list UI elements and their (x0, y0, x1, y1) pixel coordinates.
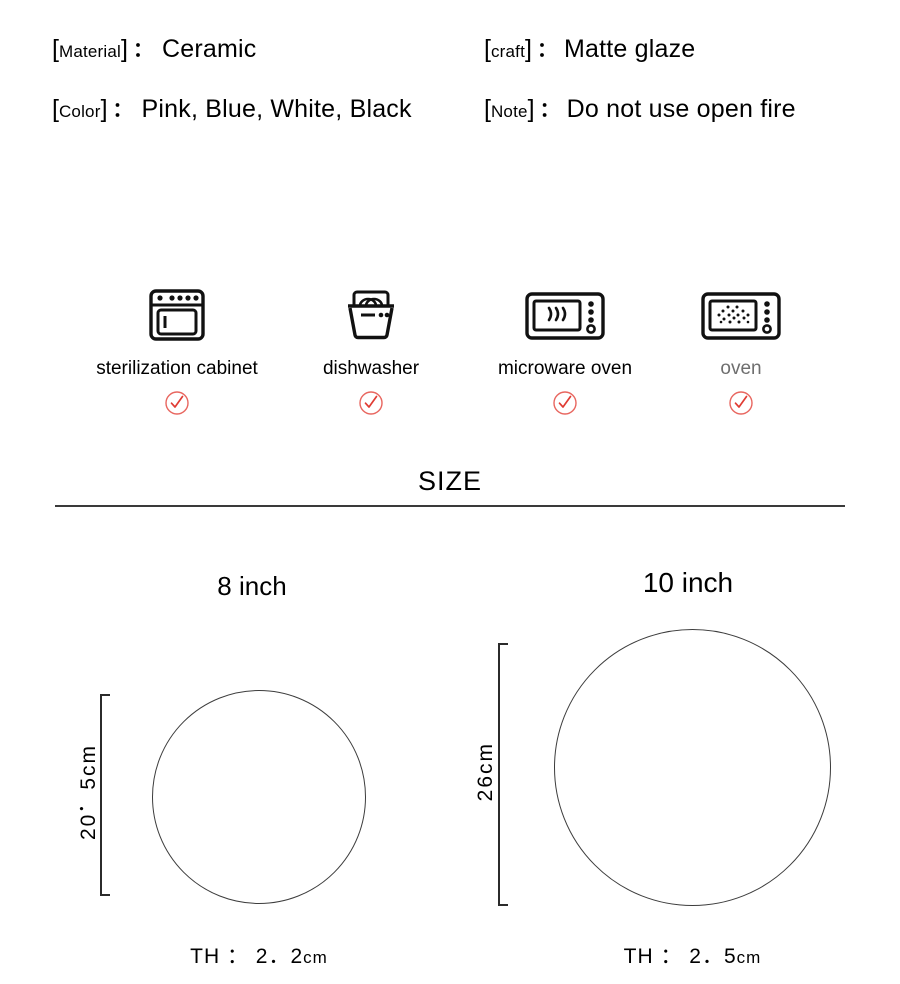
sterilization-cabinet-icon (146, 282, 208, 348)
diameter-label-8-inch: 20．5cm (77, 744, 100, 841)
spec-colon: ： (112, 99, 133, 121)
figure-title: 8 inch (217, 571, 287, 601)
diameter-label-10-inch: 26cm (474, 742, 497, 802)
spec-colon: ： (536, 39, 557, 61)
thickness-unit: cm (736, 948, 762, 967)
appliance-label: dishwasher (322, 358, 420, 379)
spec-value: Matte glaze (563, 35, 696, 63)
bracket-close: ] (527, 95, 535, 123)
spec-item-note: [ Note ] ： Do not use open fire (484, 94, 796, 124)
spec-colon: ： (132, 39, 153, 61)
thickness-value: TH ： 2．2 (190, 945, 304, 968)
dishwasher-icon (340, 282, 402, 348)
size-section-heading: SIZE (417, 466, 482, 496)
spec-colon: ： (539, 99, 560, 121)
figure-title: 10 inch (642, 567, 734, 598)
appliance-sterilization-cabinet: sterilization cabinet (84, 282, 270, 416)
thickness-unit: cm (303, 948, 328, 967)
bracket-close: ] (121, 35, 128, 63)
appliance-label: sterilization cabinet (96, 358, 258, 379)
bracket-close: ] (525, 35, 532, 63)
bracket-open: [ (52, 35, 59, 63)
bracket-open: [ (484, 95, 491, 123)
spec-item-color: [ Color ] ： Pink, Blue, White, Black (52, 94, 412, 124)
spec-item-craft: [ craft ] ： Matte glaze (484, 34, 695, 64)
appliance-compatibility-row: sterilization cabinet dishwasher microwa… (0, 282, 900, 416)
spec-value: Pink, Blue, White, Black (141, 95, 412, 123)
appliance-oven: oven (666, 282, 816, 416)
thickness-label-10-inch: TH ： 2．5cm (554, 940, 831, 970)
supported-check-icon (728, 390, 754, 416)
bracket-open: [ (484, 35, 491, 63)
section-divider (55, 505, 845, 507)
bracket-open: [ (52, 95, 59, 123)
plate-outline-10-inch (554, 629, 831, 906)
supported-check-icon (164, 390, 190, 416)
appliance-label: microware oven (497, 358, 633, 379)
spec-key: craft (490, 42, 526, 61)
plate-outline-8-inch (152, 690, 366, 904)
thickness-label-8-inch: TH ： 2．2cm (152, 940, 366, 970)
spec-value: Do not use open fire (566, 95, 796, 123)
oven-icon (699, 282, 783, 348)
supported-check-icon (358, 390, 384, 416)
appliance-microwave-oven: microware oven (472, 282, 658, 416)
spec-key: Note (490, 102, 528, 121)
spec-row: [ Material ] ： Ceramic [ craft ] ： Matte… (0, 34, 900, 94)
spec-key: Material (58, 42, 122, 61)
diameter-caliper-10-inch (498, 643, 508, 906)
spec-row: [ Color ] ： Pink, Blue, White, Black [ N… (0, 94, 900, 154)
bracket-close: ] (100, 95, 108, 123)
spec-key: Color (58, 102, 101, 121)
specification-block: [ Material ] ： Ceramic [ craft ] ： Matte… (0, 34, 900, 154)
thickness-value: TH ： 2．5 (623, 945, 737, 968)
microwave-oven-icon (523, 282, 607, 348)
appliance-label: oven (720, 358, 762, 379)
spec-item-material: [ Material ] ： Ceramic (52, 34, 256, 64)
spec-value: Ceramic (161, 35, 257, 63)
appliance-dishwasher: dishwasher (278, 282, 464, 416)
supported-check-icon (552, 390, 578, 416)
